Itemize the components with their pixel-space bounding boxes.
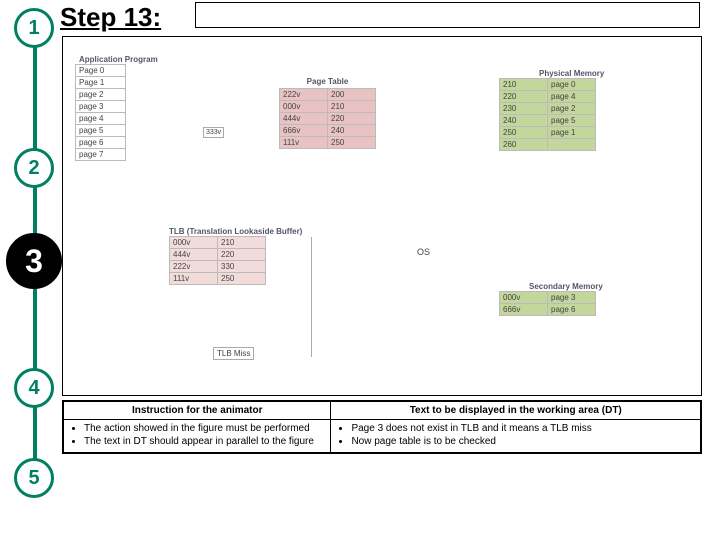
table-row: page 4 [76, 113, 126, 125]
vaddr-box: 333v [203, 127, 224, 138]
title-input-box [195, 2, 700, 28]
list-item: Page 3 does not exist in TLB and it mean… [351, 423, 694, 434]
step-node-3-active: 3 [6, 233, 62, 289]
table-row: 666vpage 6 [500, 304, 596, 316]
physical-memory-block: Physical Memory 210page 0 220page 4 230p… [499, 69, 604, 151]
application-program-label: Application Program [79, 55, 158, 64]
application-program-block: Application Program Page 0 Page 1 page 2… [75, 55, 158, 161]
tlb-label: TLB (Translation Lookaside Buffer) [169, 227, 302, 236]
dt-header: Text to be displayed in the working area… [331, 401, 701, 420]
step-title: Step 13: [60, 2, 161, 33]
table-row: Page 0 [76, 65, 126, 77]
secondary-memory-label: Secondary Memory [529, 282, 603, 291]
table-row: 230page 2 [500, 103, 596, 115]
step-node-4: 4 [14, 368, 54, 408]
table-row: The action showed in the figure must be … [63, 420, 701, 454]
physical-memory-table: 210page 0 220page 4 230page 2 240page 5 … [499, 78, 596, 151]
table-row: 111v250 [170, 273, 266, 285]
instruction-cell: The action showed in the figure must be … [63, 420, 331, 454]
table-row: page 3 [76, 101, 126, 113]
tlb-block: TLB (Translation Lookaside Buffer) 000v2… [169, 227, 302, 285]
table-row: 444v220 [280, 113, 376, 125]
tlb-miss-label: TLB Miss [213, 347, 254, 360]
page-table: 222v200 000v210 444v220 666v240 111v250 [279, 88, 376, 149]
tlb-table: 000v210 444v220 222v330 111v250 [169, 236, 266, 285]
secondary-memory-block: Secondary Memory 000vpage 3 666vpage 6 [499, 282, 603, 316]
table-row: 260 [500, 139, 596, 151]
dt-cell: Page 3 does not exist in TLB and it mean… [331, 420, 701, 454]
table-row: 000v210 [280, 101, 376, 113]
page-table-label: Page Table [279, 77, 376, 86]
table-row: Instruction for the animator Text to be … [63, 401, 701, 420]
table-row: 222v200 [280, 89, 376, 101]
table-row: Page 1 [76, 77, 126, 89]
list-item: Now page table is to be checked [351, 436, 694, 447]
step-node-2: 2 [14, 148, 54, 188]
step-node-5: 5 [14, 458, 54, 498]
secondary-memory-table: 000vpage 3 666vpage 6 [499, 291, 596, 316]
table-row: 222v330 [170, 261, 266, 273]
table-row: page 6 [76, 137, 126, 149]
arrow-line [311, 237, 312, 357]
table-row: 444v220 [170, 249, 266, 261]
application-program-table: Page 0 Page 1 page 2 page 3 page 4 page … [75, 64, 126, 161]
table-row: 240page 5 [500, 115, 596, 127]
table-row: page 5 [76, 125, 126, 137]
step-node-1: 1 [14, 8, 54, 48]
table-row: 000v210 [170, 237, 266, 249]
stepper: 1 2 3 4 5 [14, 8, 54, 480]
list-item: The action showed in the figure must be … [84, 423, 324, 434]
table-row: 666v240 [280, 125, 376, 137]
instruction-header: Instruction for the animator [63, 401, 331, 420]
table-row: 220page 4 [500, 91, 596, 103]
os-label: OS [417, 247, 430, 257]
table-row: page 7 [76, 149, 126, 161]
page-table-block: Page Table 222v200 000v210 444v220 666v2… [279, 77, 376, 149]
instruction-table: Instruction for the animator Text to be … [62, 400, 702, 454]
physical-memory-label: Physical Memory [539, 69, 604, 78]
list-item: The text in DT should appear in parallel… [84, 436, 324, 447]
diagram-area: Application Program Page 0 Page 1 page 2… [62, 36, 702, 396]
table-row: 000vpage 3 [500, 292, 596, 304]
table-row: 111v250 [280, 137, 376, 149]
table-row: page 2 [76, 89, 126, 101]
table-row: 250page 1 [500, 127, 596, 139]
table-row: 210page 0 [500, 79, 596, 91]
